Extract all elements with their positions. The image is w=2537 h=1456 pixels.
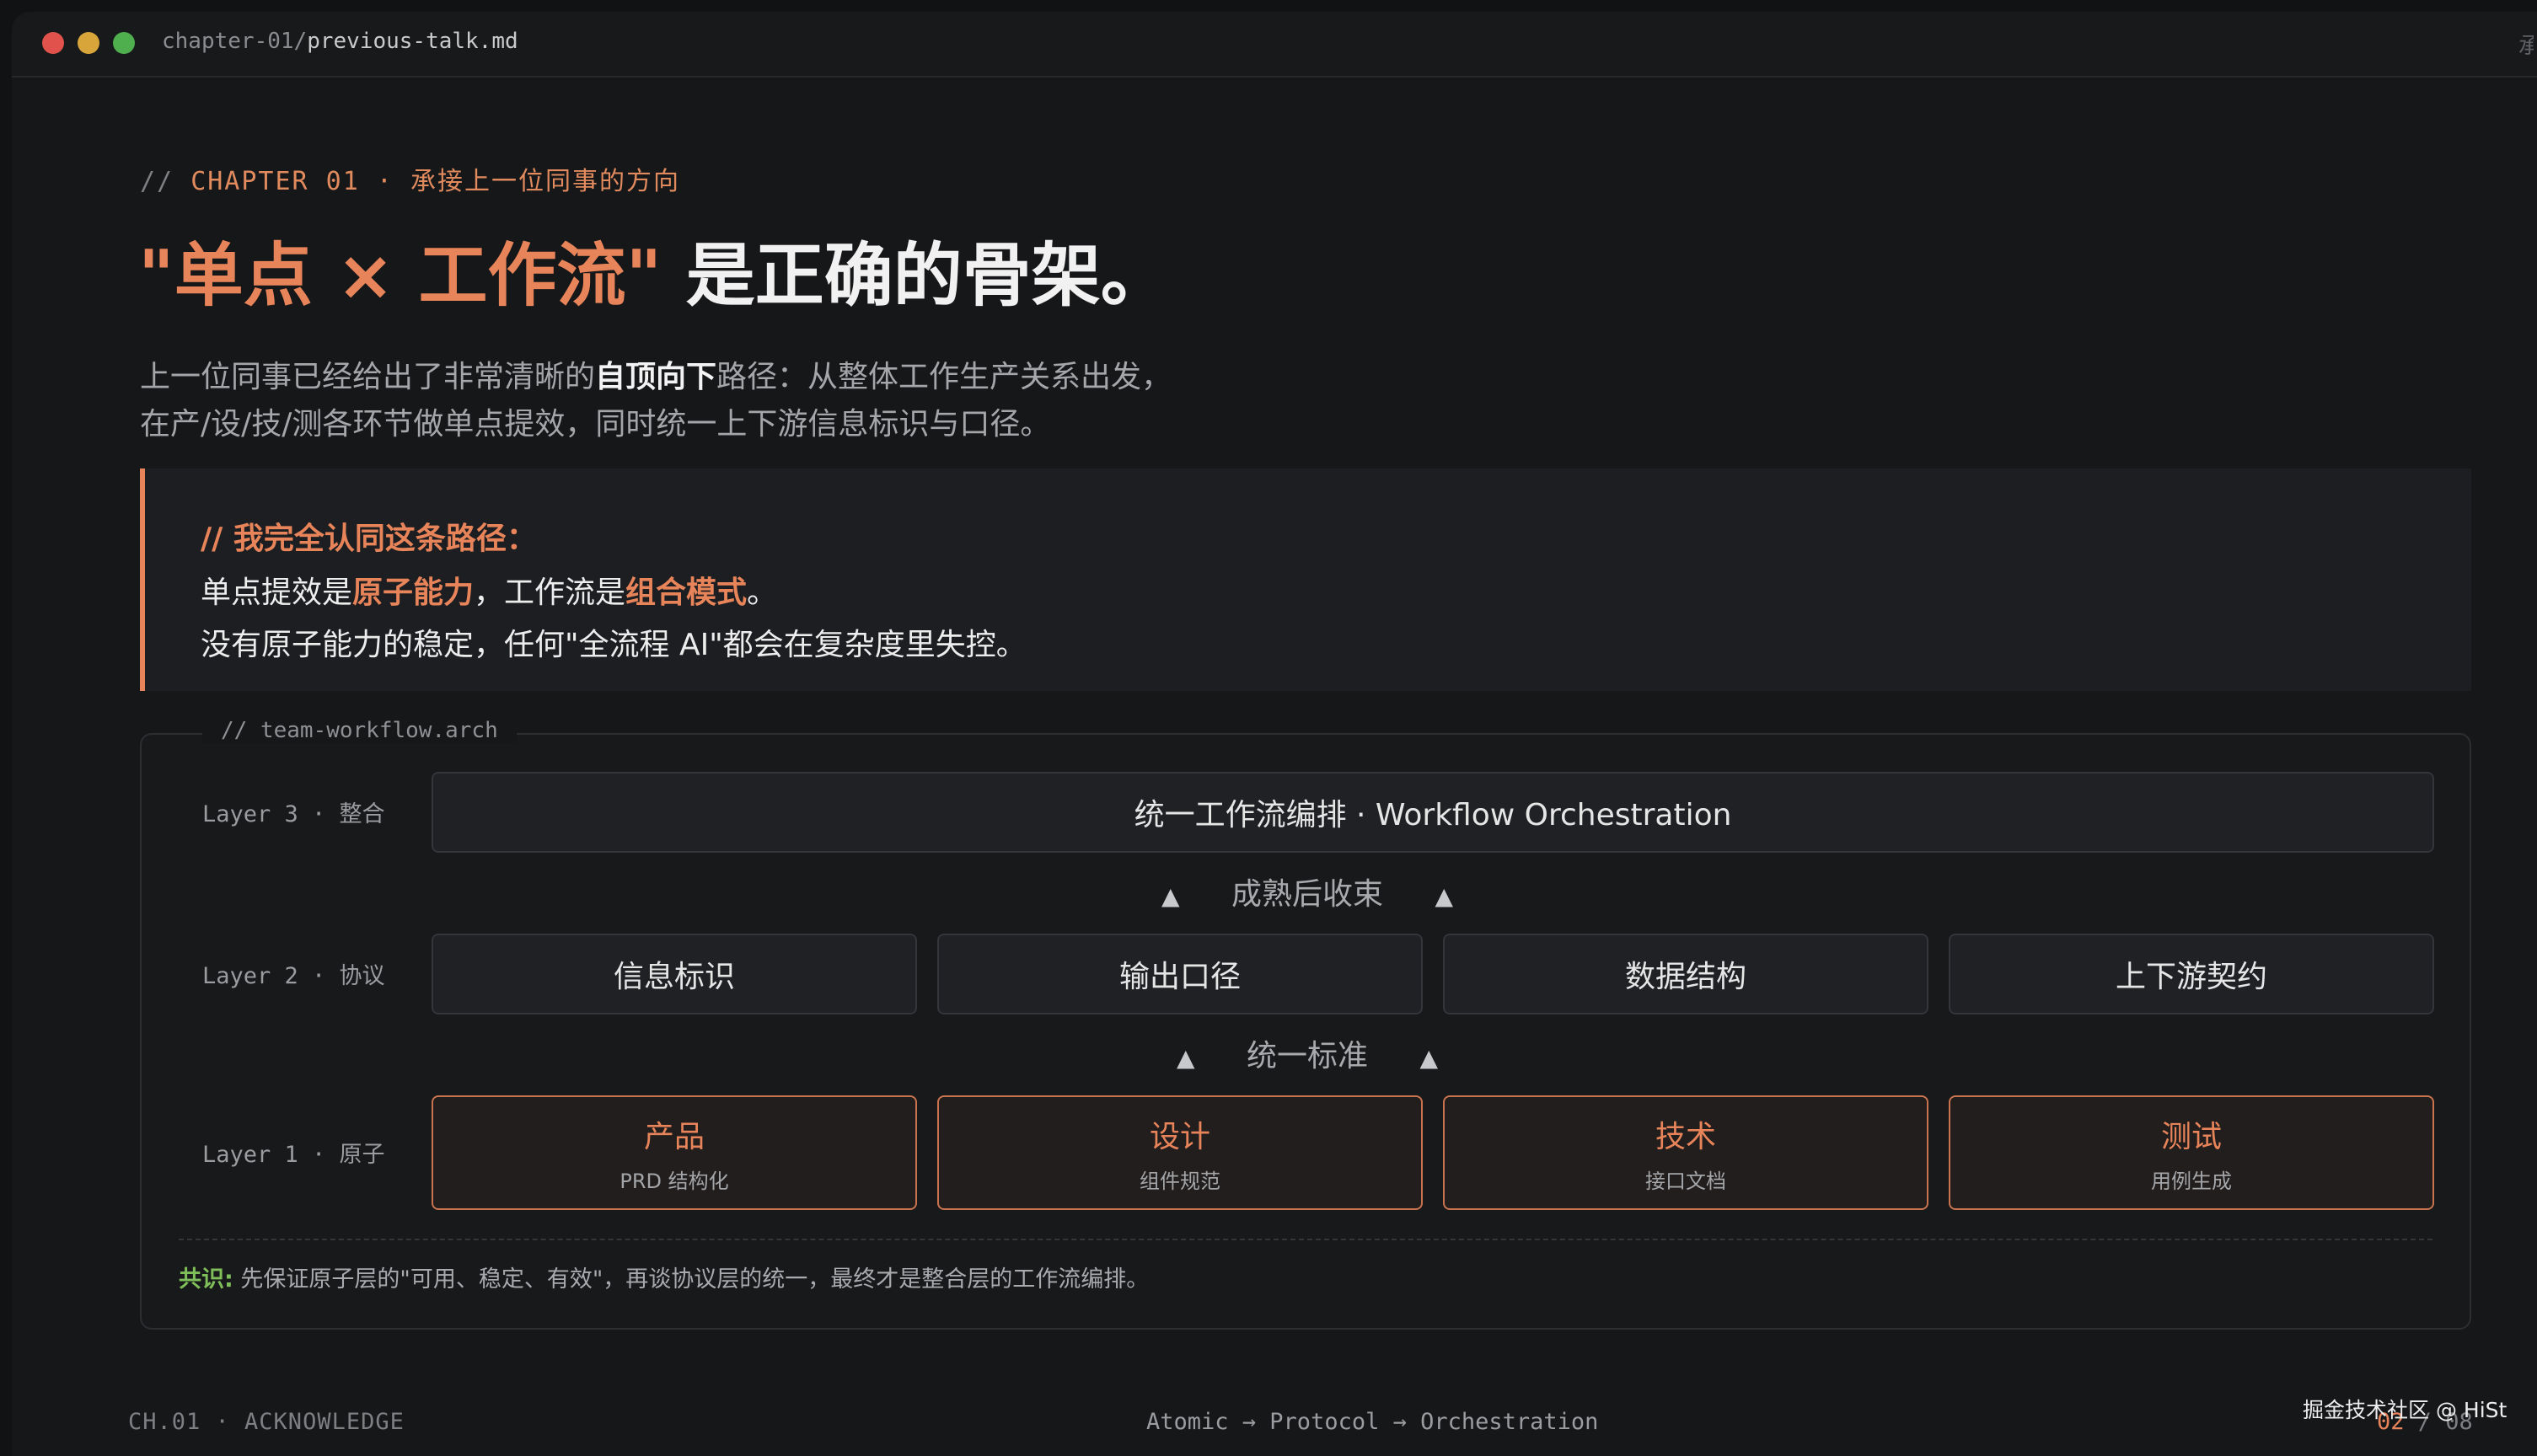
quote-line-1-post: 。	[747, 575, 778, 610]
page-title-rest: 是正确的骨架。	[662, 236, 1170, 316]
up-triangle-icon: ▲	[1161, 882, 1180, 910]
layer-2-box-identifiers: 信息标识	[432, 934, 917, 1014]
kicker-text: CHAPTER 01 · 承接上一位同事的方向	[190, 167, 680, 196]
intro-line-1-pre: 上一位同事已经给出了非常清晰的	[140, 360, 596, 394]
connector-upper: ▲ 成熟后收束 ▲	[1161, 870, 1453, 913]
quote-line-1: 单点提效是原子能力，工作流是组合模式。	[201, 568, 777, 612]
quote-highlight-atomic: 原子能力	[352, 575, 475, 610]
intro-line-1-post: 路径：从整体工作生产关系出发，	[716, 360, 1172, 394]
footer-chapter: CH.01 · ACKNOWLEDGE	[128, 1409, 405, 1435]
architecture-panel-label: // team-workflow.arch	[202, 718, 517, 743]
layer-1-box-title: 技术	[1655, 1119, 1716, 1154]
title-bar: chapter-01/previous-talk.md 承	[12, 12, 2537, 78]
minimize-window-button[interactable]	[78, 32, 99, 54]
intro-line-1-bold: 自顶向下	[595, 360, 717, 394]
connector-lower: ▲ 统一标准 ▲	[1177, 1031, 1438, 1075]
quote-block: // 我完全认同这条路径： 单点提效是原子能力，工作流是组合模式。 没有原子能力…	[140, 468, 2471, 691]
up-triangle-icon: ▲	[1177, 1044, 1195, 1072]
quote-title: // 我完全认同这条路径：	[201, 522, 537, 556]
page-title: "单点 × 工作流" 是正确的骨架。	[138, 219, 1170, 319]
layer-1-box-product: 产品 PRD 结构化	[432, 1095, 917, 1210]
layer-1-box-subtitle: 用例生成	[2151, 1169, 2232, 1193]
layer-1-box-title: 测试	[2160, 1119, 2222, 1154]
consensus-text: 先保证原子层的"可用、稳定、有效"，再谈协议层的统一，最终才是整合层的工作流编排…	[233, 1266, 1150, 1293]
title-right-text: 承	[2518, 34, 2534, 59]
intro-line-2: 在产/设/技/测各环节做单点提效，同时统一上下游信息标识与口径。	[140, 407, 1051, 442]
watermark: 掘金技术社区 @ HiSt	[2303, 1398, 2508, 1422]
intro-line-1: 上一位同事已经给出了非常清晰的自顶向下路径：从整体工作生产关系出发，	[140, 354, 1172, 401]
layer-1-box-subtitle: 接口文档	[1645, 1169, 1726, 1193]
layer-1-box-design: 设计 组件规范	[937, 1095, 1423, 1210]
dashed-divider	[179, 1239, 2432, 1240]
layer-1-box-subtitle: 组件规范	[1140, 1169, 1220, 1193]
layer-1-box-title: 产品	[643, 1119, 705, 1154]
quote-line-1-pre: 单点提效是	[201, 575, 353, 610]
maximize-window-button[interactable]	[113, 32, 135, 54]
architecture-panel: // team-workflow.arch Layer 3 · 整合 统一工作流…	[140, 718, 2471, 1330]
layer-3-label: Layer 3 · 整合	[202, 801, 385, 827]
intro-paragraph: 上一位同事已经给出了非常清晰的自顶向下路径：从整体工作生产关系出发， 在产/设/…	[140, 354, 1172, 448]
file-path-name: previous-talk.md	[307, 29, 518, 54]
layer-1-box-subtitle: PRD 结构化	[620, 1169, 729, 1193]
layer-2-box-contract: 上下游契约	[1949, 934, 2434, 1014]
layer-2-box-output-caliber: 输出口径	[937, 934, 1423, 1014]
footer-flow: Atomic → Protocol → Orchestration	[1146, 1409, 1599, 1435]
connector-lower-label: 统一标准	[1247, 1039, 1369, 1073]
layer-1-box-title: 设计	[1149, 1119, 1210, 1154]
up-triangle-icon: ▲	[1419, 1044, 1439, 1072]
layer-1-box-tech: 技术 接口文档	[1443, 1095, 1928, 1210]
layer-2-label: Layer 2 · 协议	[202, 963, 385, 989]
file-path: chapter-01/previous-talk.md	[162, 29, 518, 54]
layer-1-box-testing: 测试 用例生成	[1949, 1095, 2434, 1210]
quote-highlight-composition: 组合模式	[625, 575, 748, 610]
close-window-button[interactable]	[42, 32, 64, 54]
layer-1-label: Layer 1 · 原子	[202, 1142, 385, 1168]
up-triangle-icon: ▲	[1435, 882, 1454, 910]
app-window: chapter-01/previous-talk.md 承 // CHAPTER…	[12, 12, 2537, 1456]
chapter-kicker: // CHAPTER 01 · 承接上一位同事的方向	[140, 160, 680, 197]
quote-line-1-mid: ，工作流是	[474, 575, 626, 610]
consensus-label: 共识:	[179, 1266, 233, 1293]
consensus-note: 共识: 先保证原子层的"可用、稳定、有效"，再谈协议层的统一，最终才是整合层的工…	[179, 1261, 1149, 1293]
quote-line-2: 没有原子能力的稳定，任何"全流程 AI"都会在复杂度里失控。	[201, 628, 1027, 662]
page-title-accent: "单点 × 工作流"	[138, 236, 662, 316]
connector-upper-label: 成熟后收束	[1231, 877, 1384, 912]
layer-2-box-data-structure: 数据结构	[1443, 934, 1928, 1014]
file-path-dir: chapter-01/	[162, 29, 308, 54]
layer-3-orchestration-box: 统一工作流编排 · Workflow Orchestration	[432, 772, 2434, 853]
kicker-slash: //	[140, 167, 174, 196]
